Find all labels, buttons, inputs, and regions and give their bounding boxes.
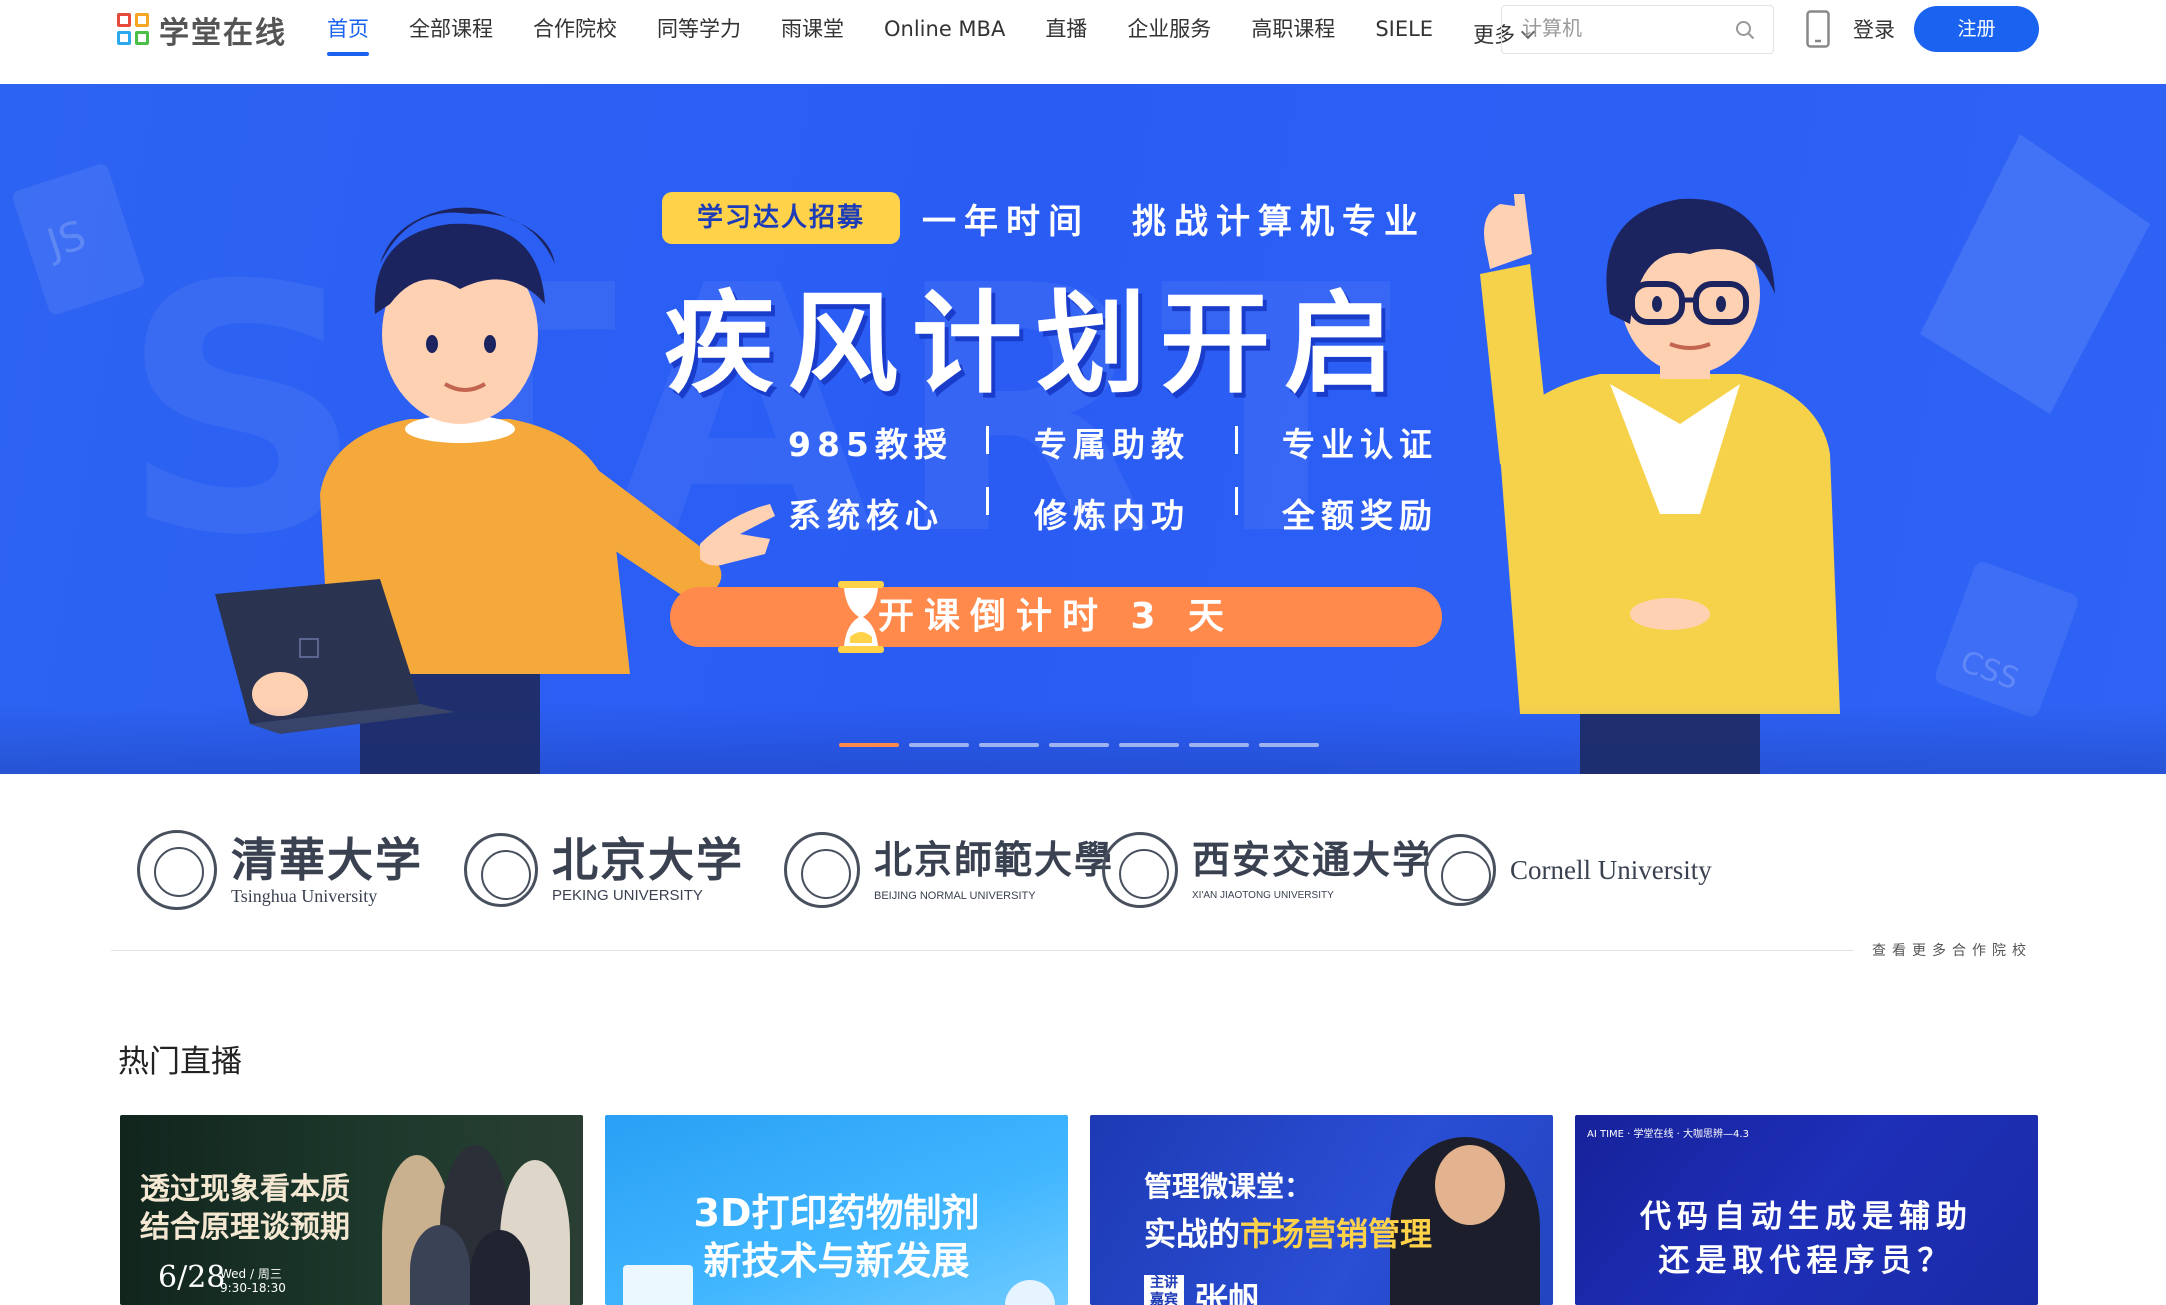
live-card-title: 透过现象看本质 结合原理谈预期 xyxy=(140,1171,350,1247)
carousel-dot[interactable] xyxy=(839,743,899,747)
live-card[interactable]: 3D打印药物制剂 新技术与新发展 xyxy=(605,1115,1068,1305)
banner-headline: 疾风计划开启 xyxy=(664,280,1408,408)
banner-tag: 学习达人招募 xyxy=(662,192,900,244)
carousel-dot[interactable] xyxy=(1049,743,1109,747)
nav-vocational[interactable]: 高职课程 xyxy=(1251,14,1335,56)
nav-online-mba[interactable]: Online MBA xyxy=(884,14,1005,56)
title-prefix: 实战的 xyxy=(1144,1215,1241,1253)
hero-banner[interactable]: START JS CSS 学习达人招募 一年时间 挑战计算机专业 疾风计划开启 … xyxy=(0,84,2166,774)
partner-tsinghua[interactable]: 清華大学 Tsinghua University xyxy=(137,830,423,910)
more-partners-link[interactable]: 查看更多合作院校 xyxy=(1872,940,2032,960)
speaker-name: 张帆 xyxy=(1194,1281,1262,1305)
partner-en-name: Cornell University xyxy=(1510,854,1712,885)
search-box xyxy=(1501,5,1774,54)
live-card[interactable]: 管理微课堂： 实战的市场营销管理 主讲嘉宾 张帆 xyxy=(1090,1115,1553,1305)
live-date: 6/28 xyxy=(158,1260,226,1295)
register-button[interactable]: 注册 xyxy=(1914,6,2039,52)
woman-pointing-illustration xyxy=(1480,194,1840,774)
speaker-badge: 主讲嘉宾 xyxy=(1144,1275,1184,1305)
peking-seal-icon xyxy=(464,833,538,907)
live-card[interactable]: AI TIME · 学堂在线 · 大咖思辨—4.3 代码自动生成是辅助 还是取代… xyxy=(1575,1115,2038,1305)
hourglass-icon xyxy=(838,581,884,653)
banner-feature: 全额奖励 xyxy=(1282,496,1438,535)
partner-universities: 清華大学 Tsinghua University 北京大学 PEKING UNI… xyxy=(137,830,1737,910)
banner-feature: 系统核心 xyxy=(788,496,944,535)
banner-feature: 专业认证 xyxy=(1282,425,1438,464)
nav-live[interactable]: 直播 xyxy=(1045,14,1087,56)
nav-all-courses[interactable]: 全部课程 xyxy=(409,14,493,56)
partner-xjtu[interactable]: 西安交通大学 XI'AN JIAOTONG UNIVERSITY xyxy=(1102,830,1432,910)
carousel-dot[interactable] xyxy=(979,743,1039,747)
live-card-title-line2: 实战的市场营销管理 xyxy=(1144,1209,1432,1255)
site-logo[interactable]: 学堂在线 xyxy=(117,10,287,51)
bnu-seal-icon xyxy=(784,832,860,908)
partner-cn-name: 北京師範大學 xyxy=(874,837,1115,882)
nav-home[interactable]: 首页 xyxy=(327,14,369,56)
partner-en-name: Tsinghua University xyxy=(231,886,378,906)
search-input[interactable] xyxy=(1502,18,1722,41)
login-link[interactable]: 登录 xyxy=(1853,14,1895,44)
live-weekday: Wed / 周三 xyxy=(220,1267,282,1281)
live-card[interactable]: 透过现象看本质 结合原理谈预期 6/28 Wed / 周三 9:30-18:30 xyxy=(120,1115,583,1305)
countdown-button[interactable]: 开课倒计时 3 天 xyxy=(670,587,1442,647)
partner-en-name: XI'AN JIAOTONG UNIVERSITY xyxy=(1192,890,1334,901)
banner-feature: 985教授 xyxy=(788,425,953,464)
nav-siele[interactable]: SIELE xyxy=(1375,14,1433,56)
section-title-live: 热门直播 xyxy=(118,1044,242,1080)
live-card-title-line: 透过现象看本质 xyxy=(140,1172,350,1207)
partner-cn-name: 北京大学 xyxy=(552,833,744,887)
carousel-dot[interactable] xyxy=(1119,743,1179,747)
speaker-photo xyxy=(410,1225,470,1305)
cornell-seal-icon xyxy=(1424,834,1496,906)
tsinghua-seal-icon xyxy=(137,830,217,910)
partner-peking[interactable]: 北京大学 PEKING UNIVERSITY xyxy=(464,830,744,910)
main-nav: 首页 全部课程 合作院校 同等学力 雨课堂 Online MBA 直播 企业服务… xyxy=(327,14,1573,56)
feature-separator xyxy=(1235,487,1238,515)
logo-text: 学堂在线 xyxy=(159,16,287,51)
partner-cn-name: 西安交通大学 xyxy=(1192,837,1433,882)
partners-divider xyxy=(111,950,1854,951)
live-card-title-line: 还是取代程序员？ xyxy=(1658,1243,1955,1279)
laptop-decoration-icon xyxy=(1920,134,2150,414)
top-header: 学堂在线 首页 全部课程 合作院校 同等学力 雨课堂 Online MBA 直播… xyxy=(0,0,2166,84)
title-highlight: 市场营销管理 xyxy=(1240,1215,1433,1253)
nav-partner-schools[interactable]: 合作院校 xyxy=(533,14,617,56)
partner-bnu[interactable]: 北京師範大學 BEIJING NORMAL UNIVERSITY xyxy=(784,830,1114,910)
carousel-dot[interactable] xyxy=(909,743,969,747)
carousel-dot[interactable] xyxy=(1189,743,1249,747)
carousel-indicators xyxy=(839,743,1329,747)
live-card-sponsors: AI TIME · 学堂在线 · 大咖思辨—4.3 xyxy=(1587,1129,1749,1140)
live-card-title-line: 代码自动生成是辅助 xyxy=(1640,1199,1973,1235)
feature-separator xyxy=(1235,426,1238,454)
feature-separator xyxy=(986,487,989,515)
banner-feature: 修炼内功 xyxy=(1034,496,1190,535)
js-file-icon: JS xyxy=(12,164,145,315)
banner-bottom-shade xyxy=(0,704,2166,774)
logo-icon xyxy=(117,13,151,47)
partner-en-name: PEKING UNIVERSITY xyxy=(552,887,703,904)
mobile-app-icon[interactable] xyxy=(1806,10,1830,48)
feature-separator xyxy=(986,426,989,454)
nav-enterprise[interactable]: 企业服务 xyxy=(1127,14,1211,56)
xjtu-seal-icon xyxy=(1102,832,1178,908)
carousel-dot[interactable] xyxy=(1259,743,1319,747)
banner-subline: 一年时间 挑战计算机专业 xyxy=(922,202,1426,242)
live-card-title-line: 结合原理谈预期 xyxy=(140,1210,350,1245)
live-time-range: 9:30-18:30 xyxy=(220,1281,286,1295)
nav-equivalent-degree[interactable]: 同等学力 xyxy=(657,14,741,56)
search-icon[interactable] xyxy=(1735,20,1755,40)
banner-feature: 专属助教 xyxy=(1034,425,1190,464)
live-time: Wed / 周三 9:30-18:30 xyxy=(220,1267,286,1295)
partner-cn-name: 清華大学 xyxy=(231,833,423,887)
speaker-face xyxy=(1435,1145,1505,1225)
live-card-title: 代码自动生成是辅助 还是取代程序员？ xyxy=(1575,1195,2038,1283)
nav-rain-classroom[interactable]: 雨课堂 xyxy=(781,14,844,56)
partner-cornell[interactable]: Cornell University xyxy=(1424,830,1712,910)
live-card-title: 管理微课堂： xyxy=(1144,1170,1313,1203)
partner-en-name: BEIJING NORMAL UNIVERSITY xyxy=(874,890,1036,902)
pill-bottle-icon xyxy=(623,1265,693,1305)
live-card-title-line: 3D打印药物制剂 xyxy=(693,1191,980,1235)
